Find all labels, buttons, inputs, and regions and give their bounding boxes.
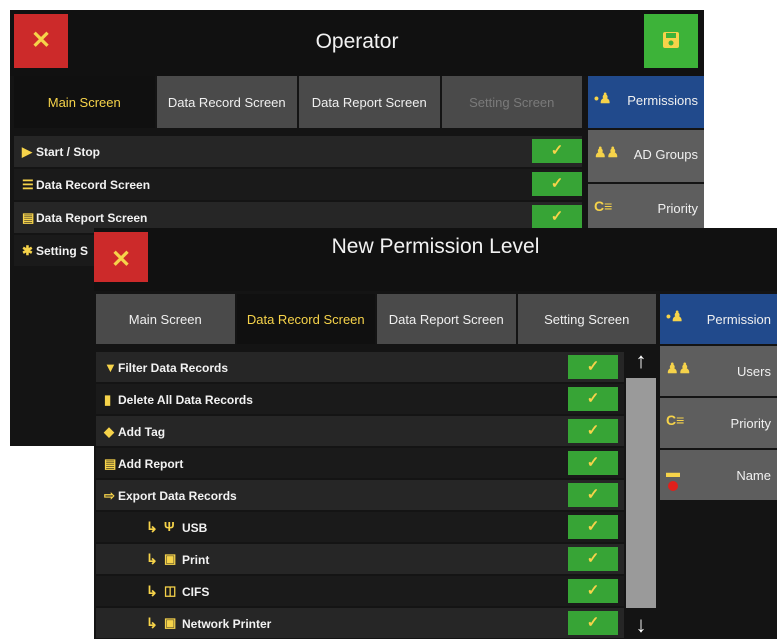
tab-data-record-screen[interactable]: Data Record Screen <box>156 76 297 128</box>
tab-data-report-screen[interactable]: Data Report Screen <box>377 294 516 344</box>
check-toggle[interactable]: ✓ <box>532 139 582 163</box>
save-icon <box>663 32 679 48</box>
operator-title: Operator <box>315 30 399 53</box>
row-label: Print <box>182 553 210 567</box>
scroll-up-arrow-icon[interactable]: ↑ <box>626 346 656 376</box>
check-toggle[interactable]: ✓ <box>568 579 618 603</box>
network-printer-icon: ▣ <box>164 615 177 630</box>
export-icon: ⇨ <box>104 488 115 503</box>
gear-icon: ✱ <box>22 243 33 258</box>
list-item: ↳ Ψ USB ✓ <box>96 512 624 542</box>
list-item: ↳ ▣ Network Printer ✓ <box>96 608 624 638</box>
new-level-permission-list: ▼ Filter Data Records ✓ ▮ Delete All Dat… <box>96 352 624 639</box>
priority-icon: C≡ <box>666 412 685 428</box>
tab-data-report-screen[interactable]: Data Report Screen <box>299 76 440 128</box>
printer-icon: ▣ <box>164 551 177 566</box>
tab-setting-screen[interactable]: Setting Screen <box>441 76 582 128</box>
list-item: ▼ Filter Data Records ✓ <box>96 352 624 382</box>
sub-item-arrow-icon: ↳ <box>146 583 158 599</box>
sub-item-arrow-icon: ↳ <box>146 615 158 631</box>
trash-icon: ▮ <box>104 392 112 407</box>
filter-icon: ▼ <box>104 360 117 375</box>
operator-titlebar: ✕ Operator <box>10 10 704 76</box>
list-item: ↳ ▣ Print ✓ <box>96 544 624 574</box>
scrollbar[interactable] <box>626 378 656 608</box>
check-toggle[interactable]: ✓ <box>568 611 618 635</box>
check-toggle[interactable]: ✓ <box>568 515 618 539</box>
side-item-label: Users <box>737 364 771 379</box>
row-label: Start / Stop <box>36 145 101 159</box>
side-item-ad-groups[interactable]: ♟♟ AD Groups <box>588 130 704 182</box>
row-label: Add Report <box>118 457 184 471</box>
side-item-priority[interactable]: C≡ Priority <box>660 398 777 448</box>
new-level-titlebar: ✕ New Permission Level <box>94 228 777 291</box>
document-icon: ▤ <box>104 456 117 471</box>
row-label: Delete All Data Records <box>118 393 253 407</box>
side-item-label: Name <box>736 468 771 483</box>
side-item-label: Priority <box>730 416 771 431</box>
operator-save-button[interactable] <box>644 14 698 68</box>
side-item-permissions[interactable]: •♟ Permissions <box>588 76 704 128</box>
side-item-label: Permissions <box>627 93 698 108</box>
permissions-icon: •♟ <box>594 90 612 106</box>
row-label: Filter Data Records <box>118 361 229 375</box>
row-label: Network Printer <box>182 617 272 631</box>
list-item: ◆ Add Tag ✓ <box>96 416 624 446</box>
check-toggle[interactable]: ✓ <box>568 387 618 411</box>
row-label: Data Record Screen <box>36 178 151 192</box>
name-icon: ▬ <box>666 464 680 480</box>
tab-main-screen[interactable]: Main Screen <box>14 76 155 128</box>
required-indicator <box>668 481 678 491</box>
tag-icon: ◆ <box>104 424 114 439</box>
play-icon: ▶ <box>22 144 32 159</box>
tab-main-screen[interactable]: Main Screen <box>96 294 235 344</box>
side-item-users[interactable]: ♟♟ Users <box>660 346 777 396</box>
check-toggle[interactable]: ✓ <box>568 483 618 507</box>
sub-item-arrow-icon: ↳ <box>146 519 158 535</box>
list-item: ▶ Start / Stop ✓ <box>14 136 582 167</box>
users-icon: ♟♟ <box>594 144 620 160</box>
list-item: ▮ Delete All Data Records ✓ <box>96 384 624 414</box>
tab-data-record-screen[interactable]: Data Record Screen <box>236 294 375 344</box>
list-item: ⇨ Export Data Records ✓ <box>96 480 624 510</box>
row-label: Setting S <box>36 244 89 258</box>
new-level-sidepanel: •♟ Permission ♟♟ Users C≡ Priority ▬ Nam… <box>660 294 777 502</box>
row-label: Export Data Records <box>118 489 237 503</box>
list-item: ↳ ◫ CIFS ✓ <box>96 576 624 606</box>
row-label: USB <box>182 521 208 535</box>
check-toggle[interactable]: ✓ <box>568 451 618 475</box>
list-icon: ☰ <box>22 177 34 192</box>
check-toggle[interactable]: ✓ <box>568 419 618 443</box>
row-label: CIFS <box>182 585 210 599</box>
tab-setting-screen[interactable]: Setting Screen <box>517 294 656 344</box>
new-level-title: New Permission Level <box>331 235 540 258</box>
side-item-permission[interactable]: •♟ Permission <box>660 294 777 344</box>
permissions-icon: •♟ <box>666 308 684 324</box>
check-toggle[interactable]: ✓ <box>532 205 582 229</box>
new-permission-level-window: ✕ New Permission Level Main Screen Data … <box>94 228 777 639</box>
side-item-label: Priority <box>657 201 698 216</box>
row-label: Data Report Screen <box>36 211 148 225</box>
list-item: ☰ Data Record Screen ✓ <box>14 169 582 200</box>
document-icon: ▤ <box>22 210 35 225</box>
usb-icon: Ψ <box>164 519 175 534</box>
side-item-label: Permission <box>706 312 771 327</box>
check-toggle[interactable]: ✓ <box>568 355 618 379</box>
side-item-name[interactable]: ▬ Name <box>660 450 777 500</box>
new-level-tabs: Main Screen Data Record Screen Data Repo… <box>96 294 658 344</box>
check-toggle[interactable]: ✓ <box>532 172 582 196</box>
operator-sidepanel: •♟ Permissions ♟♟ AD Groups C≡ Priority <box>588 76 704 238</box>
check-toggle[interactable]: ✓ <box>568 547 618 571</box>
side-item-label: AD Groups <box>633 147 698 162</box>
operator-tabs: Main Screen Data Record Screen Data Repo… <box>14 76 584 128</box>
priority-icon: C≡ <box>594 198 613 214</box>
row-label: Add Tag <box>118 425 166 439</box>
scroll-down-arrow-icon[interactable]: ↓ <box>626 610 656 639</box>
sub-item-arrow-icon: ↳ <box>146 551 158 567</box>
users-icon: ♟♟ <box>666 360 692 376</box>
list-item: ▤ Add Report ✓ <box>96 448 624 478</box>
network-share-icon: ◫ <box>164 583 177 598</box>
